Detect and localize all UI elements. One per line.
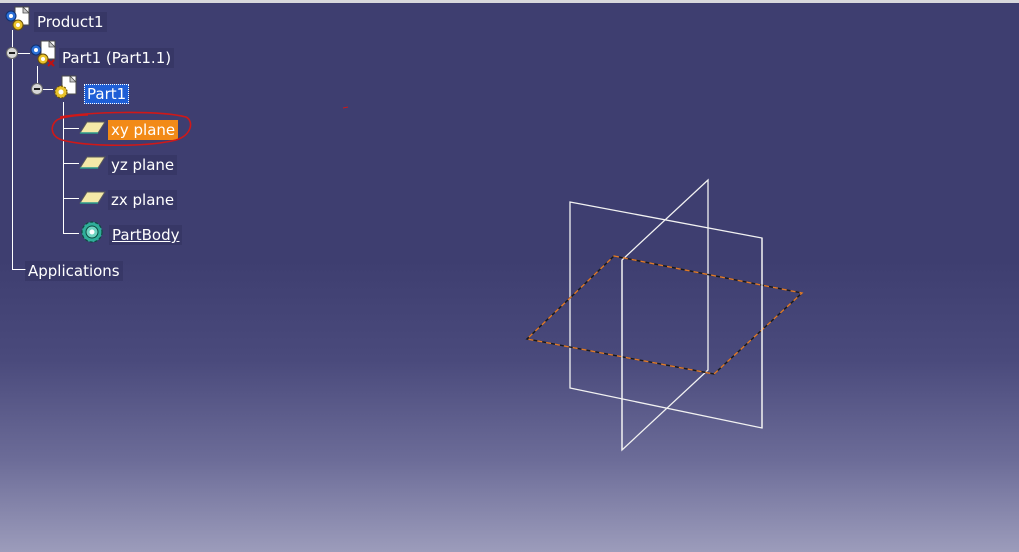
xy-plane-outline[interactable] bbox=[525, 255, 804, 375]
part-icon[interactable] bbox=[52, 75, 84, 103]
red-stray-mark bbox=[343, 106, 349, 109]
tree-line-zx bbox=[63, 198, 79, 199]
yz-plane-outline[interactable] bbox=[569, 201, 763, 429]
collapse-part-instance-toggle[interactable] bbox=[6, 47, 18, 59]
plane-icon[interactable] bbox=[79, 156, 107, 170]
plane-icon[interactable] bbox=[79, 191, 107, 205]
partbody-gear-icon[interactable] bbox=[79, 219, 107, 245]
tree-node-zx-plane[interactable]: zx plane bbox=[108, 189, 178, 211]
reference-planes-3d[interactable] bbox=[0, 0, 1019, 552]
tree-node-part1[interactable]: Part1 bbox=[84, 83, 130, 105]
tree-node-yz-plane[interactable]: yz plane bbox=[108, 154, 178, 176]
tree-line-partbody bbox=[63, 233, 79, 234]
part-instance-icon[interactable] bbox=[28, 40, 60, 68]
tree-node-partbody[interactable]: PartBody bbox=[109, 224, 183, 246]
xy-plane-highlight-dashes bbox=[525, 255, 804, 375]
3d-viewport[interactable]: Product1 Part1 (Part1.1) Part1 xy plane … bbox=[0, 0, 1019, 552]
tree-node-part-instance[interactable]: Part1 (Part1.1) bbox=[59, 47, 175, 69]
tree-line-applications bbox=[12, 269, 26, 270]
tree-node-label[interactable]: PartBody bbox=[109, 225, 183, 245]
tree-node-label[interactable]: Product1 bbox=[34, 12, 107, 32]
product-icon[interactable] bbox=[3, 6, 33, 32]
zx-plane-outline[interactable] bbox=[621, 178, 709, 452]
collapse-part-toggle[interactable] bbox=[31, 83, 43, 95]
tree-node-label[interactable]: zx plane bbox=[108, 190, 178, 210]
tree-line-root-vertical bbox=[12, 30, 13, 270]
tree-node-product1[interactable]: Product1 bbox=[34, 11, 107, 33]
tree-node-label[interactable]: Part1 bbox=[84, 84, 130, 104]
tree-node-label[interactable]: Part1 (Part1.1) bbox=[59, 48, 175, 68]
red-annotation-circle bbox=[51, 111, 192, 147]
tree-line-yz bbox=[63, 163, 79, 164]
tree-node-label[interactable]: yz plane bbox=[108, 155, 178, 175]
tree-node-applications[interactable]: Applications bbox=[25, 260, 123, 282]
tree-node-label[interactable]: Applications bbox=[25, 261, 123, 281]
